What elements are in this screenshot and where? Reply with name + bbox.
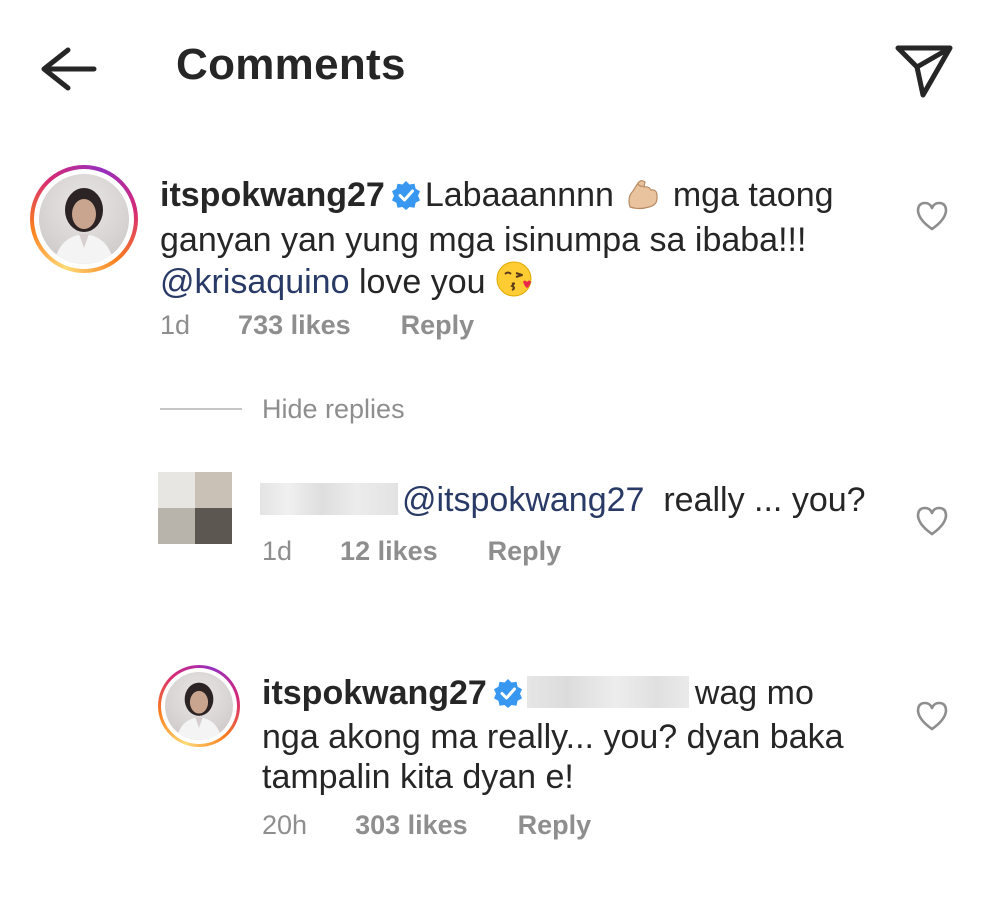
hidden-mention [526,676,689,708]
reply-time: 1d [262,536,293,566]
back-button[interactable] [38,44,98,94]
heart-icon [916,701,948,731]
reply-button[interactable]: Reply [518,810,592,841]
reply-button[interactable]: Reply [401,310,475,341]
comment-meta: 1d 733 likes Reply [160,310,474,341]
reply-body: itspokwang27 wag mo nga akong ma really..… [262,673,882,797]
mention-link[interactable]: @itspokwang27 [402,481,644,519]
hide-replies-button[interactable]: Hide replies [262,394,405,425]
comment-username[interactable]: itspokwang27 [160,176,385,214]
verified-badge-icon [391,179,421,219]
comment-text-part3: love you [358,263,486,301]
comment-likes[interactable]: 733 likes [238,310,351,341]
arrow-left-icon [41,47,97,91]
comment-text-part1: Labaaannnn [424,176,614,214]
reply-text: really ... you? [663,481,866,519]
like-button[interactable] [915,200,949,232]
reply-meta: 1d 12 likes Reply [262,536,561,567]
reply-likes[interactable]: 303 likes [355,810,468,841]
avatar-photo [39,174,129,264]
like-button[interactable] [915,505,949,537]
reply-body: @itspokwang27 really ... you? [260,480,900,520]
reply-text-line3: tampalin kita dyan e! [262,758,574,796]
reply-button[interactable]: Reply [488,536,562,567]
reply-time: 20h [262,810,308,840]
reply-text-line2: nga akong ma really... you? dyan baka [262,718,844,756]
mention-link[interactable]: @krisaquino [160,263,350,301]
share-button[interactable] [892,40,956,100]
avatar[interactable] [158,472,232,544]
heart-icon [916,201,948,231]
page-title: Comments [176,40,406,89]
verified-badge-icon [493,677,523,717]
reply-username[interactable]: itspokwang27 [262,674,487,712]
hidden-username [260,483,398,515]
kissing-face-emoji-icon [495,260,533,307]
comment-text-line2: ganyan yan yung mga isinumpa sa ibaba!!! [160,221,807,259]
comment-body: itspokwang27 Labaaannnn mga taong ganyan … [160,175,880,307]
flexed-biceps-emoji-icon [623,177,663,220]
reply-text-line1: wag mo [694,674,814,712]
avatar[interactable] [158,665,240,747]
heart-icon [916,506,948,536]
comment-time: 1d [160,310,191,340]
avatar[interactable] [30,165,138,273]
like-button[interactable] [915,700,949,732]
comment-text-part2: mga taong [672,176,834,214]
replies-divider [160,408,242,410]
paper-plane-icon [895,45,953,98]
header-bar: Comments [0,0,1000,140]
reply-meta: 20h 303 likes Reply [262,810,591,841]
reply-likes[interactable]: 12 likes [340,536,438,567]
avatar-photo [165,672,233,740]
